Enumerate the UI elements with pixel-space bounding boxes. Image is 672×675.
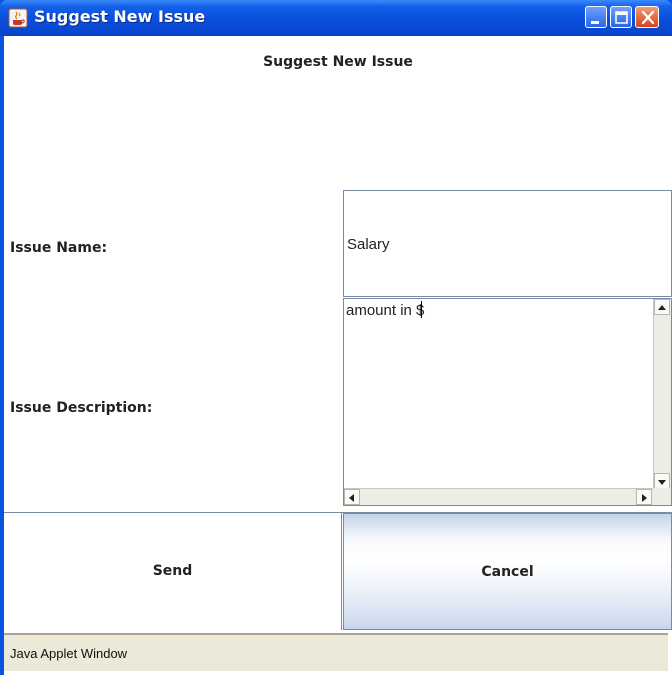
cancel-button[interactable]: Cancel bbox=[343, 513, 672, 630]
scrollbar-corner bbox=[653, 488, 671, 505]
content-panel: Suggest New Issue Issue Name: Salary Iss… bbox=[4, 36, 672, 675]
title-bar[interactable]: Suggest New Issue bbox=[0, 0, 672, 36]
issue-name-label: Issue Name: bbox=[10, 240, 108, 256]
scroll-up-button[interactable] bbox=[654, 299, 670, 315]
text-caret bbox=[421, 301, 423, 318]
issue-name-field[interactable]: Salary bbox=[343, 190, 672, 297]
horizontal-scrollbar[interactable] bbox=[344, 488, 654, 505]
maximize-button[interactable] bbox=[610, 6, 632, 28]
send-button-label: Send bbox=[152, 563, 193, 579]
issue-description-textarea[interactable]: amount in $ bbox=[343, 298, 672, 506]
arrow-down-icon bbox=[658, 480, 666, 485]
send-button[interactable]: Send bbox=[4, 513, 342, 630]
minimize-button[interactable] bbox=[585, 6, 607, 28]
cancel-button-label: Cancel bbox=[481, 564, 534, 580]
issue-description-label: Issue Description: bbox=[10, 400, 153, 416]
window-title: Suggest New Issue bbox=[34, 7, 206, 26]
issue-name-value: Salary bbox=[347, 236, 390, 253]
status-bar: Java Applet Window bbox=[4, 633, 668, 671]
scroll-down-button[interactable] bbox=[654, 473, 670, 489]
close-button[interactable] bbox=[635, 6, 659, 28]
applet-window: Suggest New Issue Suggest New Issue Issu… bbox=[0, 0, 672, 675]
close-icon bbox=[641, 10, 655, 25]
arrow-right-icon bbox=[642, 494, 647, 502]
issue-description-value: amount in $ bbox=[346, 302, 425, 319]
vertical-scrollbar[interactable] bbox=[653, 299, 671, 489]
status-text: Java Applet Window bbox=[10, 646, 128, 661]
java-cup-icon bbox=[8, 8, 28, 28]
arrow-left-icon bbox=[349, 494, 354, 502]
form-heading: Suggest New Issue bbox=[263, 54, 413, 70]
maximize-icon bbox=[615, 11, 628, 24]
scroll-left-button[interactable] bbox=[344, 489, 360, 505]
arrow-up-icon bbox=[658, 305, 666, 310]
scroll-right-button[interactable] bbox=[636, 489, 652, 505]
minimize-icon bbox=[591, 21, 599, 24]
